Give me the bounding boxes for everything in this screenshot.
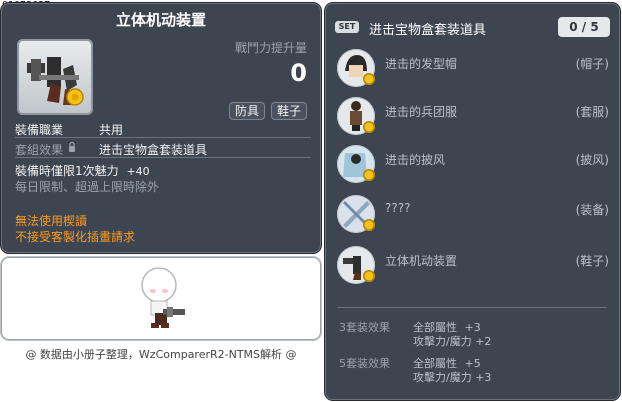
divider [15,157,311,158]
set-effect-stat: 攻擊力/魔力 [413,371,472,384]
gear-icon [337,246,375,284]
set-item-name: 进击的发型帽 [385,57,458,71]
coin-icon [363,270,375,282]
power-label: 戰鬥力提升量 [234,41,307,55]
set-item-row: 立体机动装置 (鞋子) [337,246,611,286]
coin-icon [363,219,375,231]
set-item-name: 立体机动装置 [385,254,458,268]
set-item-row: ???? (装备) [337,195,611,235]
set-item-type: (鞋子) [575,254,609,268]
warning-line-2: 不接受客製化插畫請求 [15,230,136,244]
item-title: 立体机动装置 [115,11,206,29]
tag-shoes: 鞋子 [270,102,307,120]
divider [337,307,607,308]
coin-icon [363,73,375,85]
set-effect-label: 3套装效果 [339,321,390,334]
power-value: 0 [290,59,307,87]
set-item-name: 进击的兵团服 [385,105,458,119]
coin-icon [363,169,375,181]
maneuver-gear-icon [27,57,84,106]
set-item-type: (披风) [575,153,609,167]
set-label: 套組效果 [15,143,64,157]
cape-icon [337,145,375,183]
set-title: 进击宝物盒套装道具 [369,23,487,38]
charm-line: 裝備時僅限1次魅力 +40 [15,162,150,179]
set-count-badge: 0 / 5 [558,17,610,37]
set-item-type: (帽子) [575,57,609,71]
blades-icon [337,195,375,233]
set-effect-line: 攻擊力/魔力 +3 [413,369,491,385]
set-effect-label: 5套装效果 [339,357,390,370]
set-badge: SET [335,21,359,33]
charm-label: 裝備時僅限1次魅力 [15,164,119,178]
set-effect-stat: 攻擊力/魔力 [413,335,472,348]
set-effect-value: +2 [475,335,492,348]
character-preview-panel [1,257,321,340]
hat-icon [337,49,375,87]
set-item-type: (套服) [575,105,609,119]
set-effect-line: 攻擊力/魔力 +2 [413,333,491,349]
charm-value: +40 [126,165,150,178]
job-value: 共用 [99,123,124,137]
set-item-name: ???? [385,201,411,215]
warning-line-1: 無法使用楔讀 [15,214,88,228]
coin-icon [363,121,375,133]
set-effect-value: +3 [475,371,492,384]
uniform-icon [337,97,375,135]
job-label: 裝備職業 [15,123,64,137]
limit-note: 每日限制、超過上限時除外 [15,180,160,194]
divider [15,137,311,138]
item-icon-frame [17,39,93,115]
set-item-name: 进击的披风 [385,153,446,167]
tag-armor: 防具 [228,102,265,120]
item-tooltip-panel: 立体机动装置 戰鬥力提升量 0 防具 鞋子 裝備職業 共用 套組效果 进击宝物盒… [1,3,321,253]
set-item-type: (装备) [575,203,609,217]
character-avatar [141,267,185,328]
set-item-row: 进击的发型帽 (帽子) [337,49,611,89]
set-item-row: 进击的兵团服 (套服) [337,97,611,137]
credit-text: @ 数据由小册子整理，WzComparerR2-NTMS解析 @ [25,348,297,361]
set-info-panel: SET 进击宝物盒套装道具 0 / 5 进击的发型帽 (帽子) 进击的兵团服 (… [325,3,620,400]
set-value: 进击宝物盒套装道具 [99,143,208,157]
set-item-row: 进击的披风 (披风) [337,145,611,185]
lock-icon [68,141,76,156]
